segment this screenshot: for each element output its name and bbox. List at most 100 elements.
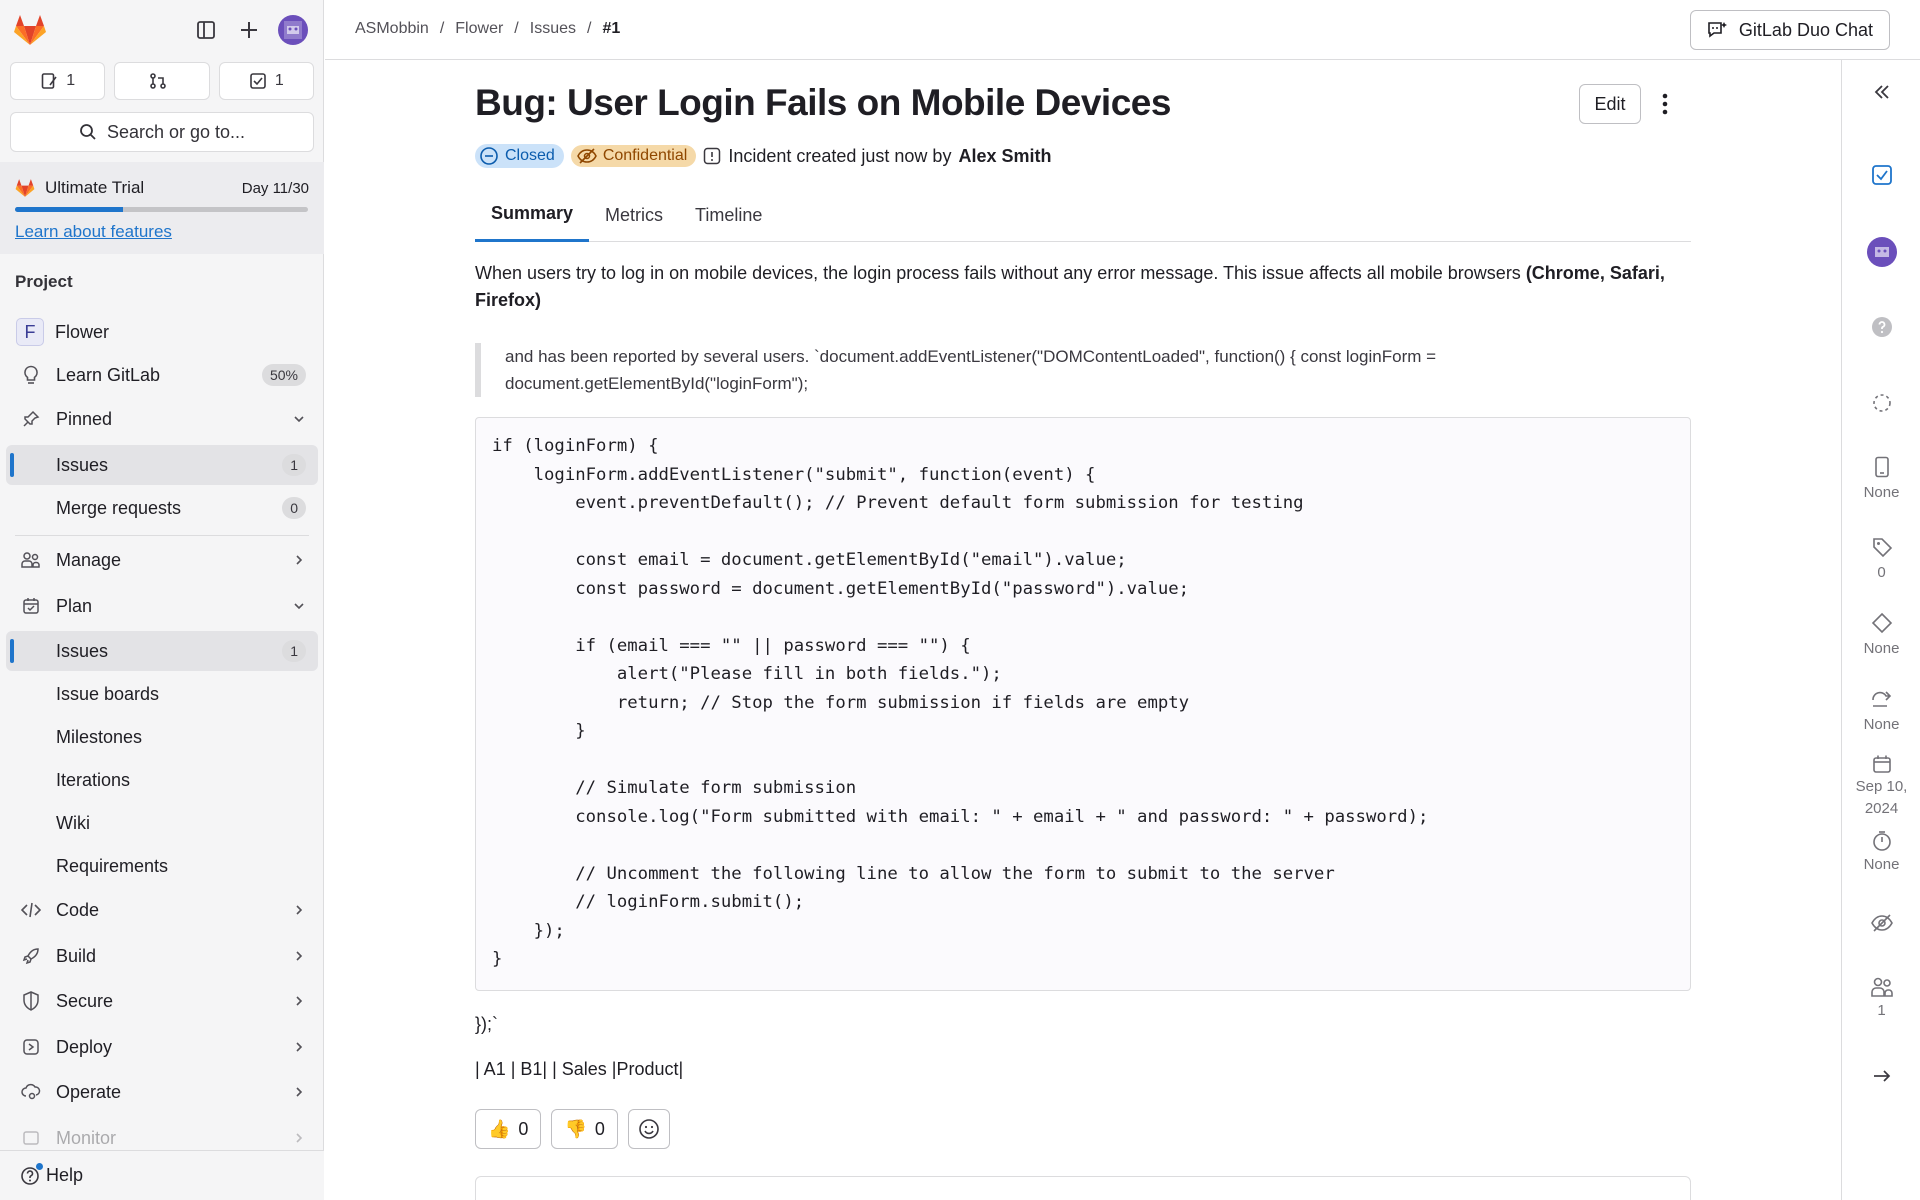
search-button[interactable]: Search or go to... <box>10 112 314 152</box>
trial-day: Day 11/30 <box>241 179 309 197</box>
milestones-label: Milestones <box>56 726 143 747</box>
pinned-mr-count: 0 <box>282 497 306 519</box>
users-icon <box>18 551 44 569</box>
label-icon <box>1872 538 1892 558</box>
plan-issues-count: 1 <box>282 640 306 662</box>
chevron-right-icon <box>292 1131 306 1145</box>
labels-item[interactable]: 0 <box>1842 536 1920 584</box>
assignee-avatar[interactable] <box>1842 236 1920 268</box>
plan-label: Plan <box>56 595 93 616</box>
edit-button[interactable]: Edit <box>1579 84 1641 124</box>
toggle-sidebar-icon[interactable] <box>188 12 224 48</box>
reviewer-help-icon[interactable] <box>1842 316 1920 338</box>
trial-row: Ultimate Trial Day 11/30 <box>15 178 309 198</box>
smiley-icon <box>639 1119 659 1139</box>
thumbs-down-button[interactable]: 👎 0 <box>551 1109 618 1149</box>
milestone-icon <box>1871 612 1892 634</box>
top-bar: ASMobbin / Flower / Issues / #1 GitLab Duo … <box>325 0 1920 60</box>
issue-title: Bug: User Login Fails on Mobile Devices <box>475 82 1171 123</box>
sidebar-item-learn-gitlab[interactable]: Learn GitLab 50% <box>6 355 318 395</box>
breadcrumb-item[interactable]: Issues <box>530 20 576 38</box>
tab-metrics[interactable]: Metrics <box>589 188 679 242</box>
confidential-label: Confidential <box>602 147 688 164</box>
help-button[interactable]: Help <box>0 1150 324 1200</box>
todos-button[interactable]: 1 <box>218 62 314 100</box>
sidebar-item-pinned-merge-requests[interactable]: Merge requests 0 <box>6 488 318 528</box>
deploy-icon <box>18 1038 44 1056</box>
sidebar-item-issue-boards[interactable]: Issue boards <box>6 674 318 714</box>
sidebar-item-plan-issues[interactable]: Issues 1 <box>6 631 318 671</box>
sidebar-item-secure[interactable]: Secure <box>6 981 318 1021</box>
sidebar-item-code[interactable]: Code <box>6 890 318 930</box>
sidebar-item-project[interactable]: F Flower <box>6 312 318 352</box>
sidebar-item-wiki[interactable]: Wiki <box>6 803 318 843</box>
status-label: Closed <box>505 147 555 164</box>
pinned-label: Pinned <box>56 408 113 429</box>
status-progress-icon[interactable] <box>1842 392 1920 414</box>
health-status-item[interactable]: None <box>1842 456 1920 504</box>
collapse-sidebar-icon[interactable] <box>1842 82 1920 102</box>
breadcrumb-item[interactable]: Flower <box>455 20 503 38</box>
cloud-gear-icon <box>18 1083 44 1101</box>
sidebar-item-operate[interactable]: Operate <box>6 1072 318 1112</box>
sidebar-item-deploy[interactable]: Deploy <box>6 1027 318 1067</box>
user-avatar[interactable] <box>275 12 311 48</box>
project-section-label: Project <box>15 272 73 291</box>
manage-label: Manage <box>56 549 122 570</box>
breadcrumb-current[interactable]: #1 <box>602 20 620 38</box>
chevron-right-icon <box>292 994 306 1008</box>
gitlab-logo-icon[interactable] <box>12 12 48 48</box>
requirements-label: Requirements <box>56 855 169 876</box>
milestone-value: None <box>1863 640 1900 657</box>
breadcrumb-separator: / <box>514 20 519 37</box>
thumbs-up-button[interactable]: 👍 0 <box>475 1109 542 1149</box>
iteration-item[interactable]: None <box>1842 688 1920 736</box>
learn-about-features-link[interactable]: Learn about features <box>15 222 172 242</box>
due-date-item[interactable]: Sep 10, 2024 <box>1842 754 1920 820</box>
monitor-icon <box>18 1129 44 1147</box>
milestone-item[interactable]: None <box>1842 612 1920 660</box>
issue-author[interactable]: Alex Smith <box>958 146 1051 167</box>
trial-progress-bar <box>15 207 308 212</box>
search-label: Search or go to... <box>106 121 246 142</box>
sidebar-item-pinned[interactable]: Pinned <box>6 399 318 439</box>
participants-count: 1 <box>1877 1002 1886 1019</box>
project-name: Flower <box>55 321 110 342</box>
learn-gitlab-label: Learn GitLab <box>56 364 161 385</box>
create-new-icon[interactable] <box>231 12 267 48</box>
issue-boards-label: Issue boards <box>56 683 160 704</box>
add-reaction-button[interactable] <box>627 1109 670 1149</box>
lightbulb-icon <box>18 365 44 385</box>
breadcrumb-item[interactable]: ASMobbin <box>355 20 429 38</box>
sidebar-item-plan[interactable]: Plan <box>6 586 318 626</box>
time-tracking-item[interactable]: None <box>1842 830 1920 876</box>
shield-icon <box>18 991 44 1011</box>
build-label: Build <box>56 945 97 966</box>
assigned-issues-button[interactable]: 1 <box>10 62 106 100</box>
chevron-right-icon <box>292 903 306 917</box>
confidentiality-icon[interactable] <box>1842 912 1920 934</box>
add-todo-icon[interactable] <box>1842 164 1920 186</box>
award-emoji-bar: 👍 0 👎 0 <box>475 1109 670 1149</box>
trial-label: Ultimate Trial <box>45 178 145 197</box>
tab-timeline[interactable]: Timeline <box>679 188 778 242</box>
chevron-right-icon <box>292 949 306 963</box>
tab-summary[interactable]: Summary <box>475 188 590 242</box>
sidebar-item-pinned-issues[interactable]: Issues 1 <box>6 445 318 485</box>
sidebar-item-iterations[interactable]: Iterations <box>6 760 318 800</box>
sidebar-item-build[interactable]: Build <box>6 936 318 976</box>
gitlab-duo-chat-button[interactable]: GitLab Duo Chat <box>1689 10 1890 50</box>
sidebar-item-requirements[interactable]: Requirements <box>6 846 318 886</box>
move-issue-icon[interactable] <box>1842 1066 1920 1086</box>
more-actions-icon[interactable] <box>1653 88 1677 120</box>
participants-item[interactable]: 1 <box>1842 976 1920 1022</box>
right-sidebar-rail: None 0 None None Sep 10, 2024 None 1 <box>1841 60 1920 1200</box>
sidebar-item-milestones[interactable]: Milestones <box>6 717 318 757</box>
wiki-label: Wiki <box>56 812 90 833</box>
merge-requests-button[interactable] <box>114 62 210 100</box>
sidebar-item-manage[interactable]: Manage <box>6 540 318 580</box>
description-quote: and has been reported by several users. … <box>475 343 1691 397</box>
description-after-code: });` <box>475 1014 499 1034</box>
trial-widget: Ultimate Trial Day 11/30 Learn about fea… <box>0 162 324 254</box>
gitlab-tanuki-icon <box>15 179 35 197</box>
